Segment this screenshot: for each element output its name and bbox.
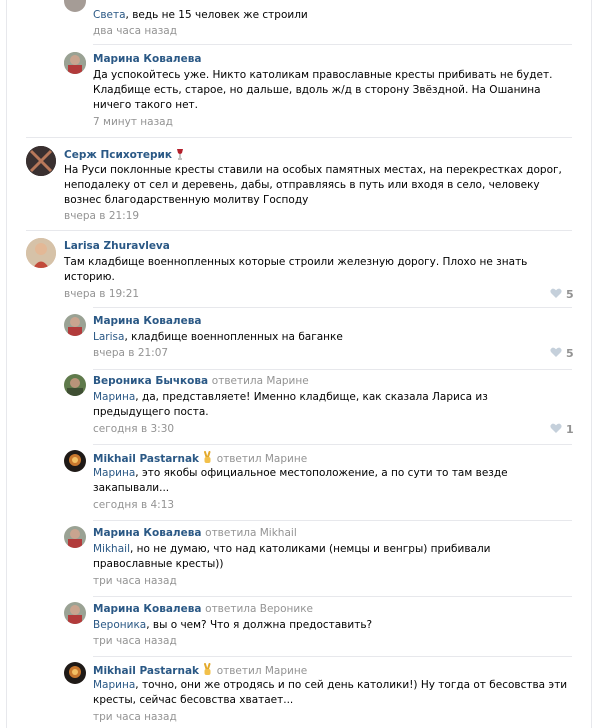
avatar[interactable]: [64, 602, 86, 624]
comment-author[interactable]: Марина Ковалева: [93, 315, 201, 327]
comment-reply: Марина Ковалева ответила Веронике Верони…: [64, 602, 574, 654]
heart-icon: [550, 347, 562, 357]
comment-reply: Mikhail Pastarnak ответил Марине Марина,…: [64, 450, 574, 516]
comment-text: Larisa, кладбище военнопленных на баганк…: [93, 331, 343, 343]
comment-date[interactable]: 7 минут назад: [93, 116, 173, 128]
comment-text: Там кладбище военнопленных которые строи…: [64, 256, 528, 283]
avatar[interactable]: [64, 314, 86, 336]
comment-author[interactable]: Mikhail Pastarnak ответил Марине: [93, 451, 307, 467]
heart-icon: [550, 288, 562, 298]
reply-to-link[interactable]: ответила Веронике: [205, 603, 313, 615]
comment-text: Да успокойтесь уже. Никто католикам прав…: [93, 69, 553, 111]
reply-to-link[interactable]: ответила Марине: [212, 375, 309, 387]
like-button[interactable]: 1: [550, 423, 574, 436]
comment-date[interactable]: вчера в 21:19: [64, 210, 139, 222]
comment-text: Марина, да, представляете! Именно кладби…: [93, 391, 488, 418]
avatar-photo: [26, 238, 56, 268]
like-button[interactable]: 5: [550, 288, 574, 301]
like-count: 5: [566, 347, 574, 360]
separator: [93, 596, 572, 597]
reply-to-link[interactable]: ответил Марине: [217, 665, 308, 677]
comment-text: На Руси поклонные кресты ставили на особ…: [64, 164, 562, 206]
mention-link[interactable]: Larisa: [93, 331, 124, 343]
avatar-photo: [64, 526, 86, 548]
avatar-photo: [64, 450, 86, 472]
comment-date[interactable]: сегодня в 3:30: [93, 423, 174, 435]
avatar[interactable]: [64, 662, 86, 684]
avatar-photo: [64, 374, 86, 396]
comment-date[interactable]: сегодня в 4:13: [93, 499, 174, 511]
comment-reply: Mikhail Pastarnak ответил Марине Марина,…: [64, 662, 574, 728]
victory-hand-icon: [202, 663, 213, 679]
like-count: 5: [566, 288, 574, 301]
separator: [26, 137, 572, 138]
comment-date[interactable]: два часа назад: [93, 25, 177, 37]
separator: [93, 520, 572, 521]
mention-link[interactable]: Марина: [93, 467, 135, 479]
like-count: 1: [566, 423, 574, 436]
comment-date[interactable]: вчера в 19:21: [64, 288, 139, 300]
comment-reply: Марина Ковалева ответила Mikhail Mikhail…: [64, 526, 574, 592]
avatar-photo: [26, 146, 56, 176]
comment-reply: Света, ведь не 15 человек же строили два…: [64, 0, 564, 40]
comment-reply: Марина Ковалева Larisa, кладбище военноп…: [64, 314, 574, 366]
separator: [26, 230, 572, 231]
separator: [93, 656, 572, 657]
mention-link[interactable]: Марина: [93, 391, 135, 403]
comment-author[interactable]: Mikhail Pastarnak ответил Марине: [93, 663, 307, 679]
avatar[interactable]: [64, 52, 86, 74]
comment-author[interactable]: Марина Ковалева ответила Mikhail: [93, 527, 297, 539]
comment-reply: Марина Ковалева Да успокойтесь уже. Никт…: [64, 52, 574, 132]
comment-date[interactable]: вчера в 21:07: [93, 347, 168, 359]
comment-text: Вероника, вы о чем? Что я должна предост…: [93, 619, 373, 631]
heart-icon: [550, 423, 562, 433]
mention-link[interactable]: Марина: [93, 679, 135, 691]
mention-link[interactable]: Вероника: [93, 619, 146, 631]
comment-author[interactable]: Larisa Zhuravleva: [64, 240, 170, 252]
comment-date[interactable]: три часа назад: [93, 575, 177, 587]
separator: [93, 444, 572, 445]
avatar[interactable]: [26, 146, 56, 176]
comment-text: Марина, это якобы официальное местополож…: [93, 467, 508, 494]
comment: Серж Психотерик На Руси поклонные кресты…: [26, 146, 574, 226]
avatar[interactable]: [26, 238, 56, 268]
comment: Larisa Zhuravleva Там кладбище военнопле…: [26, 238, 574, 304]
reply-to-link[interactable]: ответила Mikhail: [205, 527, 297, 539]
avatar[interactable]: [64, 374, 86, 396]
comment-author[interactable]: Марина Ковалева: [93, 53, 201, 65]
comment-author[interactable]: Вероника Бычкова ответила Марине: [93, 375, 309, 387]
victory-hand-icon: [202, 451, 213, 467]
separator: [93, 44, 572, 45]
like-button[interactable]: 5: [550, 347, 574, 360]
separator: [93, 307, 572, 308]
avatar[interactable]: [64, 526, 86, 548]
comment-date[interactable]: три часа назад: [93, 711, 177, 723]
mention-link[interactable]: Mikhail: [93, 543, 130, 555]
avatar-photo: [64, 602, 86, 624]
mention-link[interactable]: Света: [93, 9, 126, 21]
avatar-photo: [64, 52, 86, 74]
reply-to-link[interactable]: ответил Марине: [217, 453, 308, 465]
comment-author[interactable]: Серж Психотерик: [64, 148, 185, 163]
comment-text: Марина, точно, они же отродясь и по сей …: [93, 679, 568, 706]
avatar[interactable]: [64, 0, 86, 12]
comment-text: Mikhail, но не думаю, что над католиками…: [93, 543, 491, 570]
avatar-photo: [64, 314, 86, 336]
separator: [93, 369, 572, 370]
comment-author[interactable]: Марина Ковалева ответила Веронике: [93, 603, 313, 615]
wine-glass-icon: [175, 148, 185, 163]
avatar[interactable]: [64, 450, 86, 472]
comment-date[interactable]: три часа назад: [93, 635, 177, 647]
comment-reply: Вероника Бычкова ответила Марине Марина,…: [64, 374, 574, 440]
avatar-photo: [64, 662, 86, 684]
comment-text: Света, ведь не 15 человек же строили: [93, 9, 308, 21]
